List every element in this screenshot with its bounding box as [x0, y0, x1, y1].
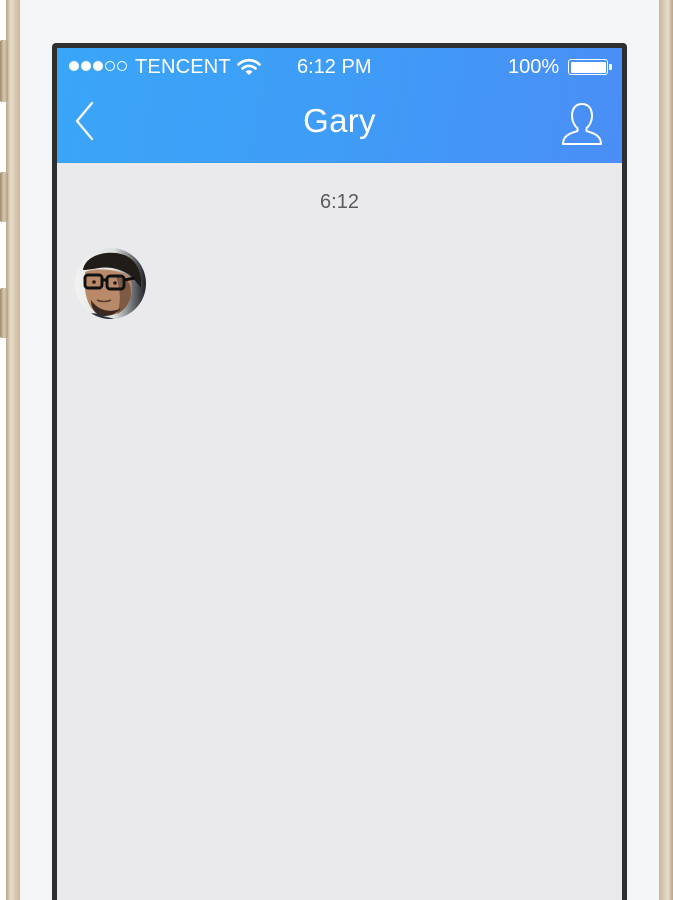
wifi-icon: [237, 58, 261, 82]
app-header: TENCENT 6:12 PM 100% Gary: [57, 48, 622, 163]
battery-icon: [568, 59, 608, 75]
phone-device: TENCENT 6:12 PM 100% Gary 6:12: [0, 0, 673, 900]
contact-photo: [75, 248, 146, 319]
phone-frame-left: [6, 0, 20, 900]
user-icon: [562, 103, 602, 145]
volume-down-button: [0, 288, 8, 338]
avatar[interactable]: [75, 248, 146, 319]
battery-level: [570, 61, 606, 73]
contact-profile-button[interactable]: [557, 100, 607, 148]
message-timestamp: 6:12: [320, 191, 359, 213]
conversation-title: Gary: [303, 102, 376, 139]
battery-percent: 100%: [508, 56, 560, 78]
volume-up-button: [0, 172, 8, 222]
screen-bezel: TENCENT 6:12 PM 100% Gary 6:12: [52, 43, 627, 900]
mute-switch: [0, 40, 8, 102]
signal-strength-icon: [69, 61, 127, 71]
phone-frame-right: [659, 0, 673, 900]
navigation-bar: Gary: [57, 88, 622, 163]
status-time: 6:12 PM: [297, 56, 372, 78]
status-bar: TENCENT 6:12 PM 100%: [57, 48, 622, 88]
chat-screen: TENCENT 6:12 PM 100% Gary 6:12: [57, 48, 622, 900]
carrier-name: TENCENT: [135, 56, 231, 78]
battery-tip: [609, 64, 612, 70]
